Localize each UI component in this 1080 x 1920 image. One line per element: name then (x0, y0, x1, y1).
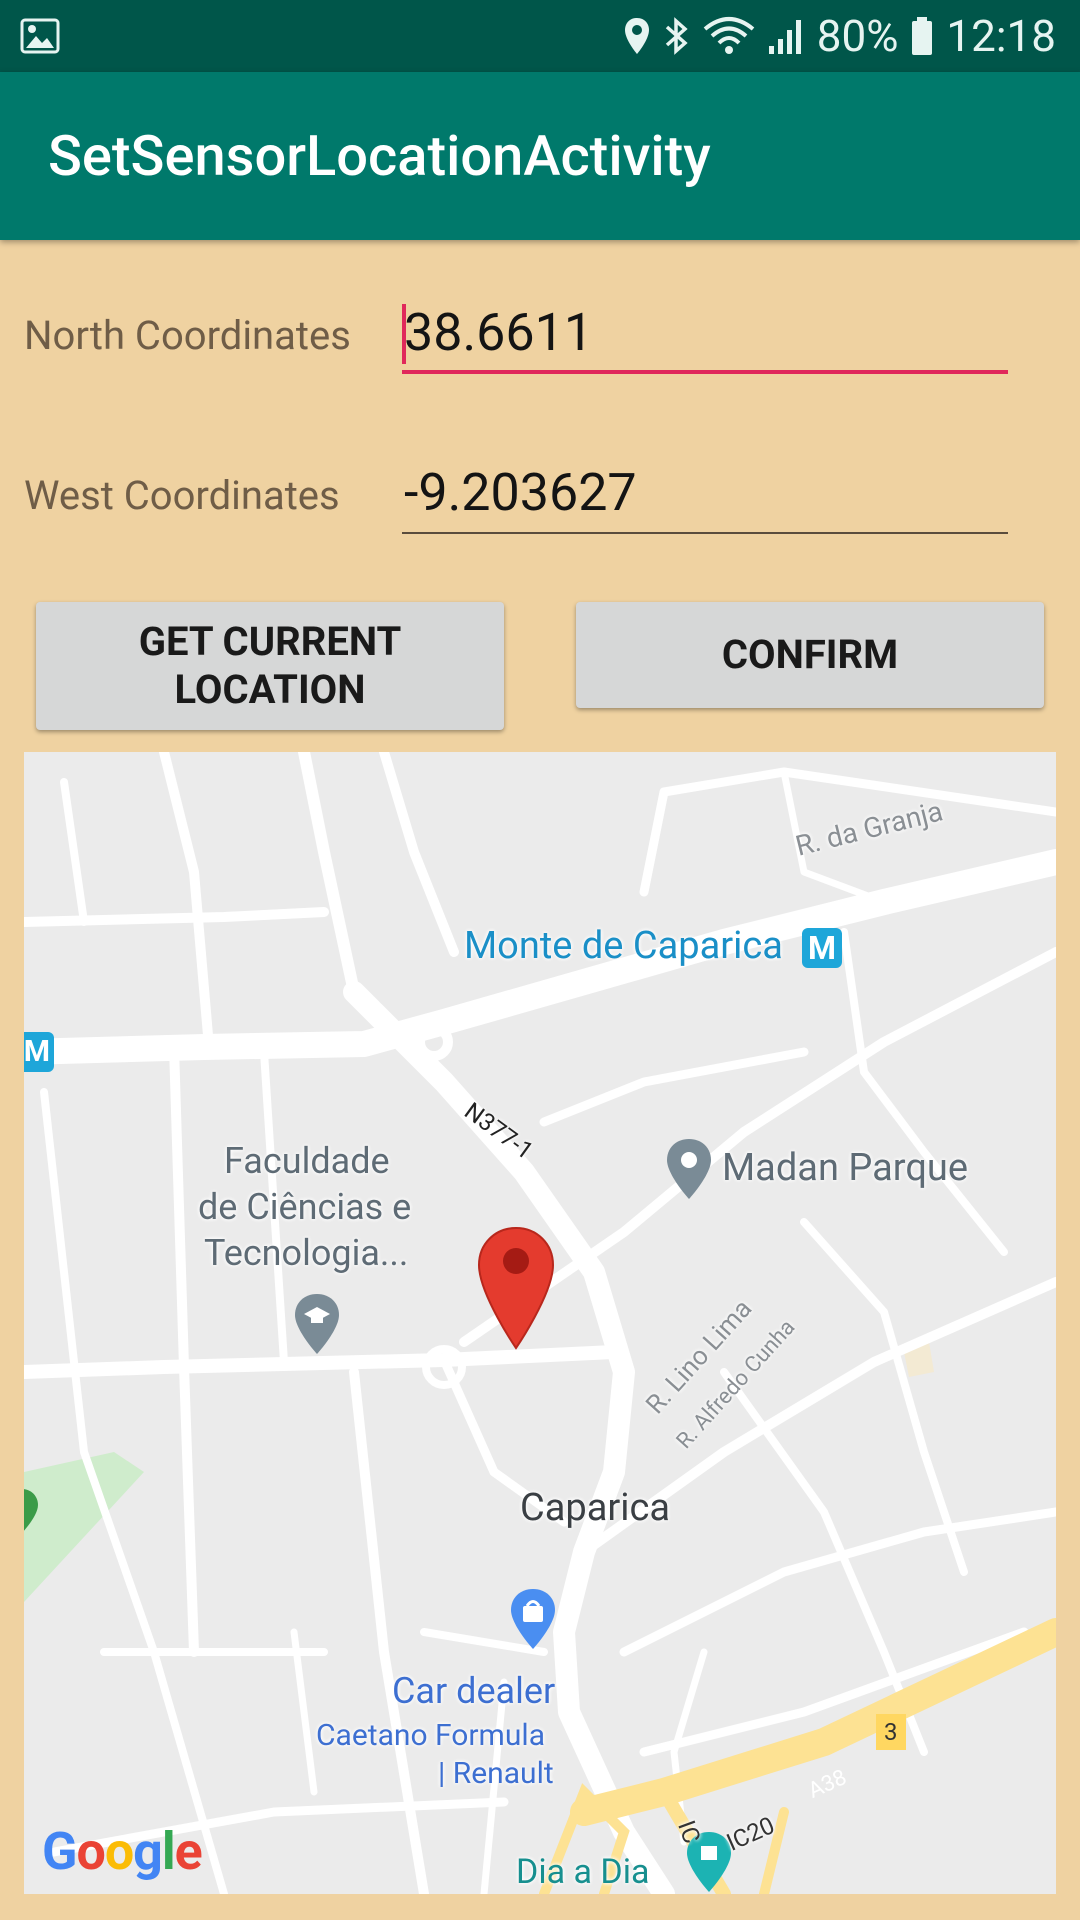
park-pin-icon[interactable] (24, 1487, 40, 1537)
get-current-location-button[interactable]: GET CURRENT LOCATION (36, 602, 504, 730)
west-input-underline (402, 532, 1008, 534)
map-label-car-dealer: Car dealer (392, 1670, 556, 1712)
metro-icon-left: M (24, 1032, 54, 1072)
location-icon (624, 18, 649, 54)
map-label-faculdade-3: Tecnologia... (204, 1232, 409, 1274)
university-pin-icon[interactable] (292, 1292, 342, 1358)
map-label-dia-a-dia: Dia a Dia (516, 1852, 650, 1892)
shopping-pin-icon[interactable] (508, 1587, 558, 1653)
west-coordinates-input[interactable]: -9.203627 (402, 458, 1008, 534)
west-coordinates-value: -9.203627 (404, 462, 637, 523)
gallery-notification-icon (20, 18, 60, 54)
north-coordinates-label: North Coordinates (24, 312, 351, 359)
bluetooth-icon (665, 17, 688, 55)
map-label-caparica: Caparica (520, 1486, 671, 1530)
map-view[interactable]: M M R. da Granja Monte de Caparica N377-… (24, 752, 1056, 1894)
metro-icon: M (802, 928, 842, 968)
selected-location-marker-icon[interactable] (476, 1224, 556, 1354)
wifi-icon (703, 17, 755, 54)
status-bar: 80% 12:18 (0, 0, 1080, 72)
map-label-madan-parque: Madan Parque (722, 1146, 969, 1190)
west-coordinates-label: West Coordinates (24, 472, 340, 519)
app-bar: SetSensorLocationActivity (0, 72, 1080, 240)
place-pin-icon[interactable] (664, 1137, 714, 1203)
map-label-faculdade-1: Faculdade (224, 1140, 390, 1182)
google-logo: Google (42, 1821, 203, 1882)
map-label-caetano-1: Caetano Formula (316, 1718, 546, 1753)
confirm-button[interactable]: CONFIRM (576, 602, 1044, 708)
clock: 12:18 (946, 10, 1056, 62)
map-label-road-3: 3 (876, 1714, 906, 1750)
page-title: SetSensorLocationActivity (48, 123, 711, 189)
battery-icon (912, 17, 933, 55)
get-location-label-line1: GET CURRENT (138, 618, 402, 665)
text-cursor (402, 304, 406, 364)
signal-icon (768, 20, 801, 54)
map-label-faculdade-2: de Ciências e (198, 1186, 412, 1228)
map-label-monte-caparica: Monte de Caparica (464, 924, 783, 968)
battery-percent: 80% (816, 10, 899, 62)
get-location-label-line2: LOCATION (174, 666, 366, 713)
north-input-underline (402, 370, 1008, 374)
map-label-caetano-2: | Renault (438, 1756, 554, 1791)
north-coordinates-input[interactable]: 38.6611 (402, 298, 1008, 374)
north-coordinates-value: 38.6611 (404, 302, 594, 363)
